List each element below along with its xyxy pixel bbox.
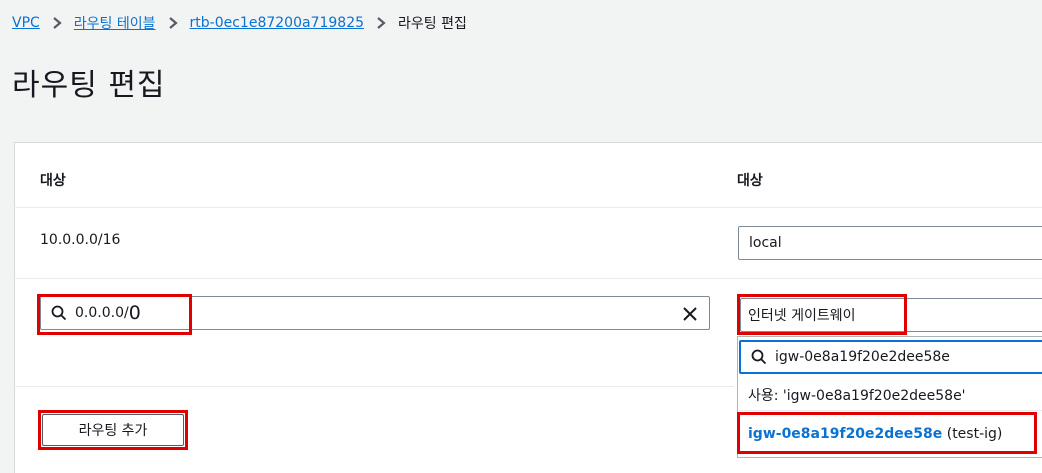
- breadcrumb: VPC 라우팅 테이블 rtb-0ec1e87200a719825 라우팅 편집: [12, 13, 467, 33]
- column-header-destination: 대상: [40, 173, 66, 189]
- use-option[interactable]: 사용: 'igw-0e8a19f20e2dee58e': [748, 385, 966, 405]
- target-search-value: igw-0e8a19f20e2dee58e: [775, 349, 950, 365]
- route-destination: 10.0.0.0/16: [40, 232, 121, 248]
- column-header-target: 대상: [737, 173, 763, 189]
- page-title: 라우팅 편집: [12, 68, 166, 103]
- divider: [738, 410, 1042, 411]
- breadcrumb-link-route-tables[interactable]: 라우팅 테이블: [74, 13, 156, 33]
- breadcrumb-current: 라우팅 편집: [398, 16, 467, 32]
- divider: [14, 207, 1042, 208]
- highlight-box: [737, 294, 907, 335]
- search-icon: [751, 349, 767, 365]
- chevron-right-icon: [376, 16, 386, 30]
- highlight-box: [37, 294, 192, 335]
- divider: [14, 278, 1042, 279]
- chevron-right-icon: [52, 16, 62, 30]
- highlight-box: [737, 412, 1037, 454]
- highlight-box: [38, 410, 188, 450]
- breadcrumb-link-vpc[interactable]: VPC: [12, 15, 40, 31]
- divider: [14, 386, 734, 387]
- route-target-field[interactable]: local: [738, 226, 1042, 260]
- target-search-input[interactable]: igw-0e8a19f20e2dee58e: [739, 340, 1042, 374]
- chevron-right-icon: [168, 16, 178, 30]
- breadcrumb-link-route-table-id[interactable]: rtb-0ec1e87200a719825: [190, 15, 364, 31]
- clear-icon[interactable]: [683, 306, 697, 325]
- route-target-value: local: [749, 235, 782, 251]
